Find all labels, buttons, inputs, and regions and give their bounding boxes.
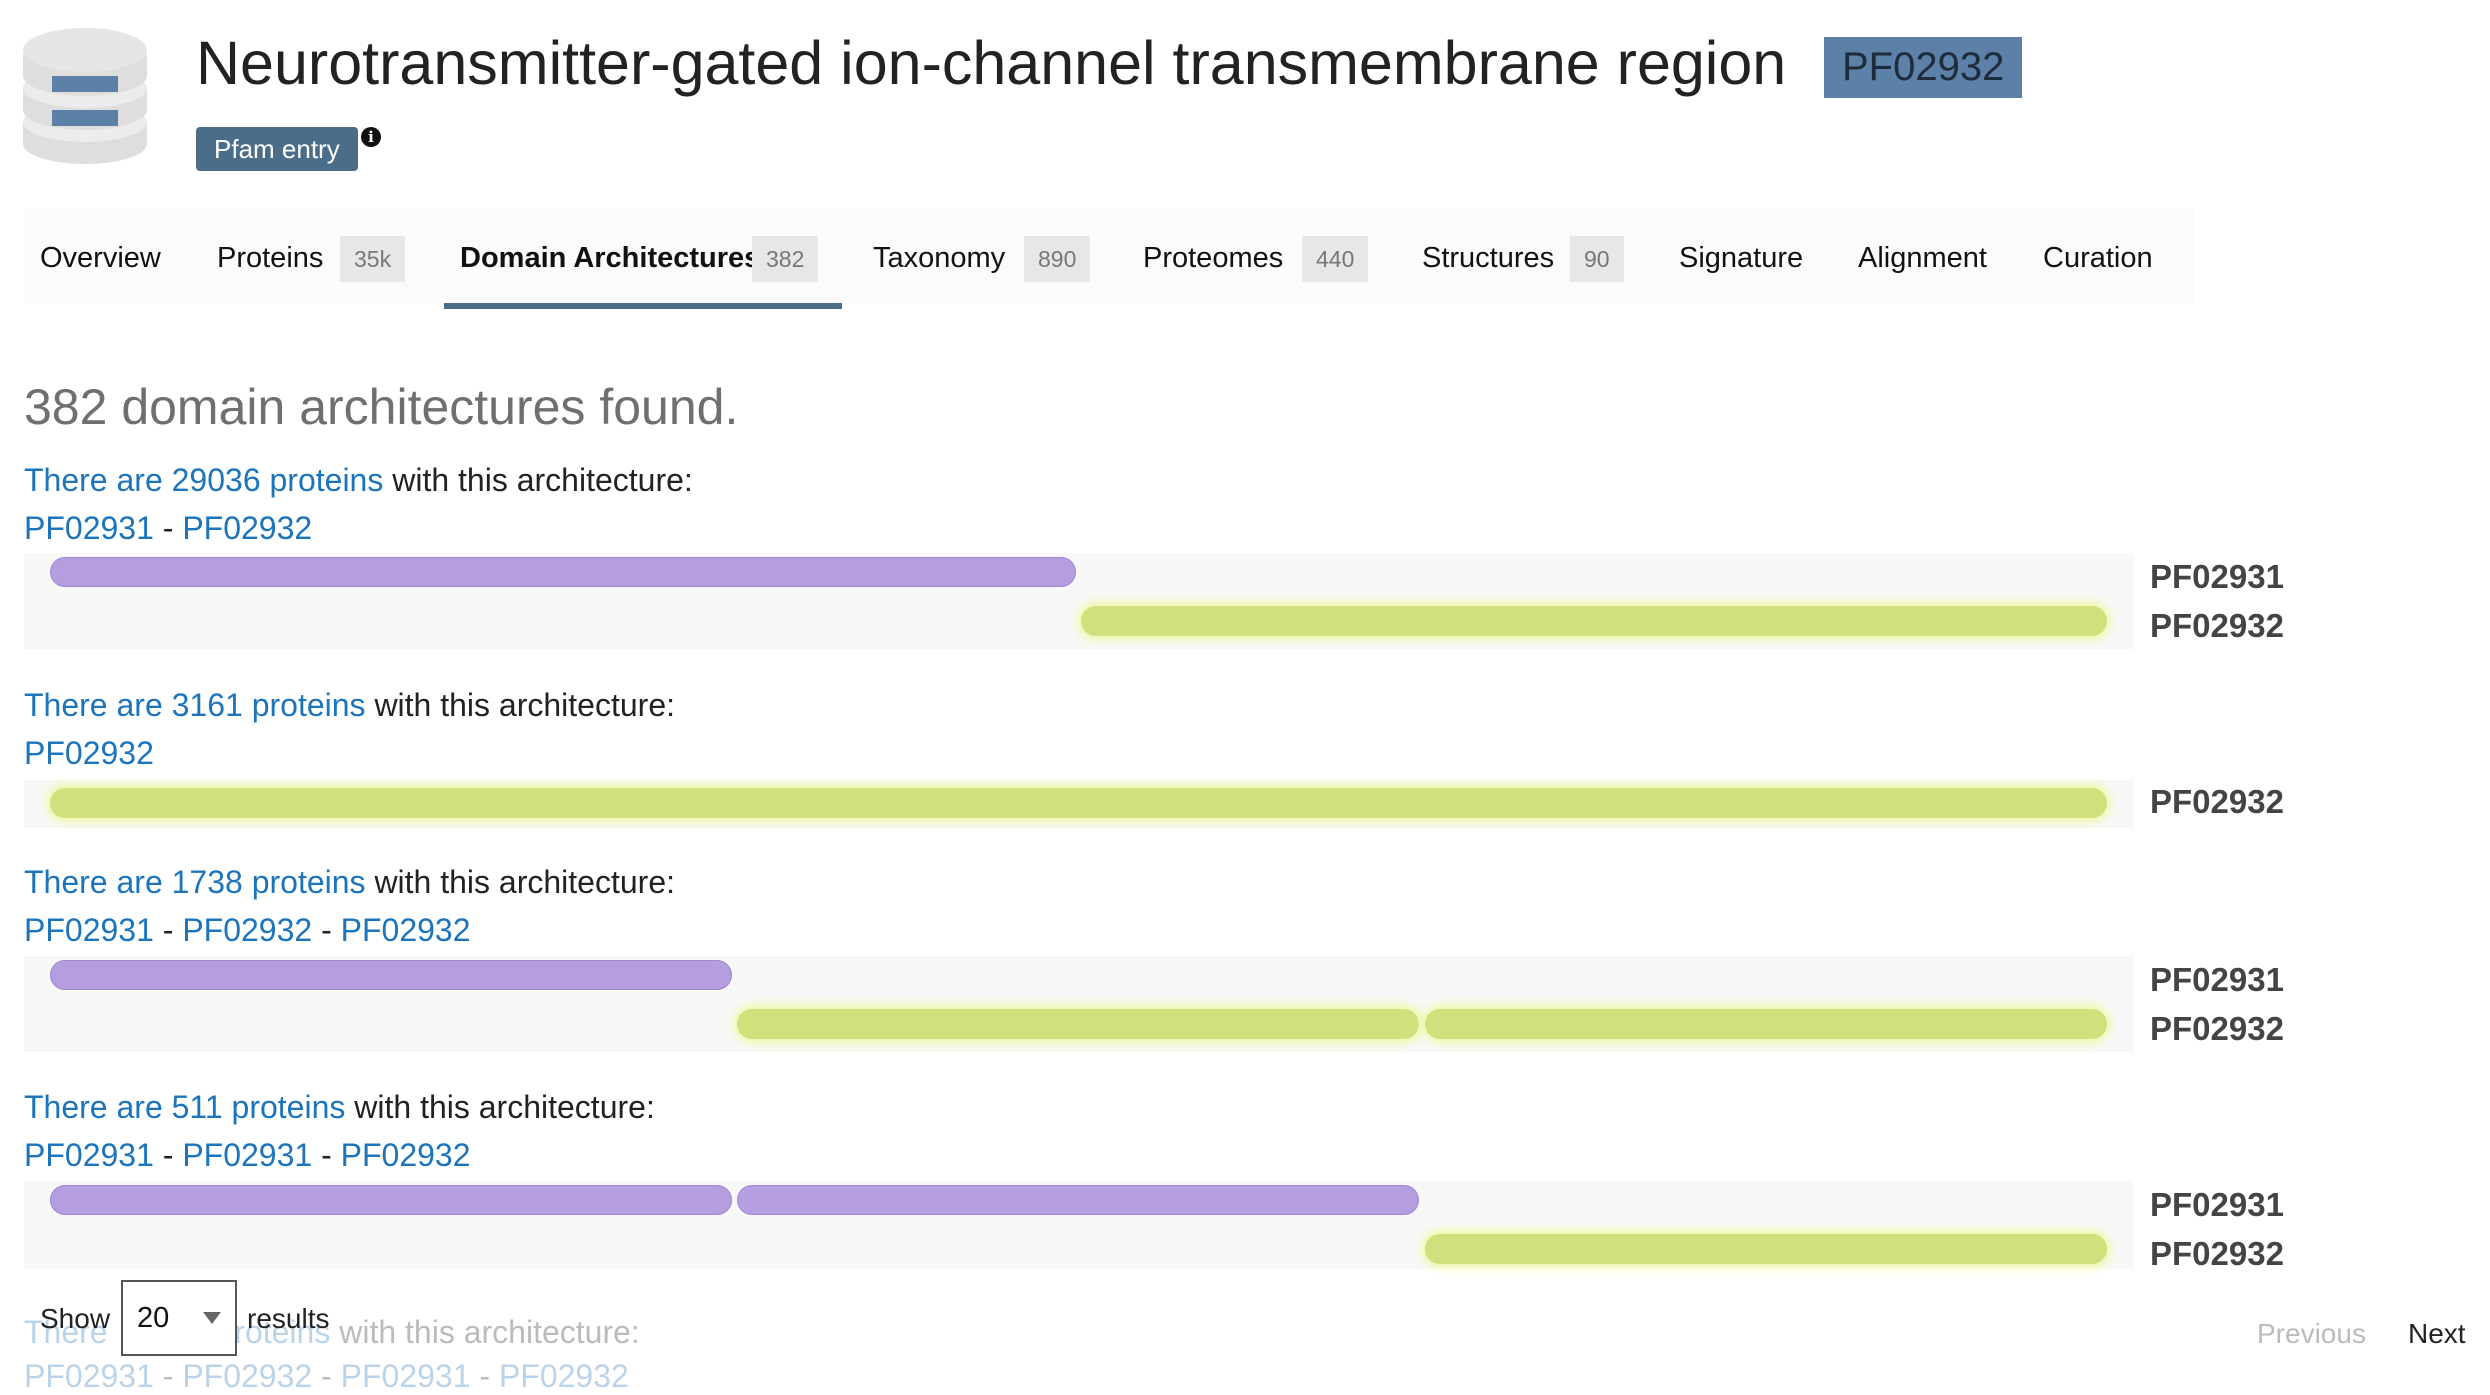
tab-proteomes-count: 440 <box>1302 236 1369 282</box>
domain-label: PF02932 <box>2150 1010 2284 1047</box>
separator: - <box>153 912 183 948</box>
architecture-summary: There are 511 proteins with this archite… <box>24 1089 655 1126</box>
domain-link[interactable]: PF02931 <box>24 1358 154 1394</box>
entry-type-badge: Pfam entry <box>196 127 358 171</box>
domain-bar-PF02931[interactable] <box>50 960 732 990</box>
architecture-prefix: There are <box>24 462 172 498</box>
separator: - <box>153 1358 183 1394</box>
domain-label: PF02932 <box>2150 783 2284 820</box>
architecture-protein-count-link[interactable]: There are 1738 proteins <box>24 864 366 900</box>
domain-link[interactable]: PF02932 <box>182 1358 312 1394</box>
next-page-button[interactable]: Next <box>2408 1318 2466 1350</box>
domain-link[interactable]: PF02932 <box>341 1137 471 1173</box>
domain-label: PF02932 <box>2150 607 2284 644</box>
architecture-domain-list: PF02931 - PF02931 - PF02932 <box>24 1137 471 1174</box>
architecture-diagram <box>24 1181 2134 1269</box>
page-size-value: 20 <box>137 1302 170 1334</box>
tab-structures-count: 90 <box>1570 236 1624 282</box>
protein-count: 29036 proteins <box>171 462 384 498</box>
architecture-prefix: There are <box>24 687 172 723</box>
domain-link[interactable]: PF02932 <box>341 912 471 948</box>
architecture-summary: There are 3161 proteins with this archit… <box>24 687 675 724</box>
architecture-protein-count-link[interactable]: There are 29036 proteins <box>24 462 383 498</box>
architecture-domain-list: PF02931 - PF02932 - PF02932 <box>24 912 471 949</box>
previous-page-button[interactable]: Previous <box>2257 1318 2366 1350</box>
domain-bar-PF02931[interactable] <box>737 1185 1419 1215</box>
page-size-select[interactable]: 20 <box>121 1280 237 1356</box>
architecture-domain-list: PF02931 - PF02932 - PF02931 - PF02932 <box>24 1358 629 1395</box>
architecture-summary: There are 29036 proteins with this archi… <box>24 462 693 499</box>
domain-link[interactable]: PF02932 <box>24 735 154 771</box>
tab-signature[interactable]: Signature <box>1679 242 1803 275</box>
domain-bar-PF02931[interactable] <box>50 1185 732 1215</box>
domain-link[interactable]: PF02931 <box>24 912 154 948</box>
tab-proteins[interactable]: Proteins <box>217 242 323 275</box>
separator: - <box>470 1358 499 1394</box>
architecture-diagram <box>24 553 2134 649</box>
architecture-summary: There are 1738 proteins with this archit… <box>24 864 675 901</box>
chevron-down-icon <box>203 1312 221 1324</box>
architecture-suffix: with this architecture: <box>383 462 693 498</box>
domain-bar-PF02931[interactable] <box>50 557 1076 587</box>
architecture-domain-list: PF02931 - PF02932 <box>24 510 312 547</box>
architecture-domain-list: PF02932 <box>24 735 154 772</box>
protein-count: 3161 proteins <box>171 687 366 723</box>
domain-bar-PF02932[interactable] <box>737 1009 1419 1039</box>
architecture-diagram <box>24 780 2134 828</box>
separator: - <box>312 1137 341 1173</box>
results-heading: 382 domain architectures found. <box>24 379 739 435</box>
separator: - <box>153 510 183 546</box>
domain-link[interactable]: PF02931 <box>341 1358 471 1394</box>
domain-link[interactable]: PF02931 <box>24 1137 154 1173</box>
domain-link[interactable]: PF02931 <box>182 1137 312 1173</box>
database-icon <box>22 26 148 166</box>
domain-label: PF02932 <box>2150 1235 2284 1272</box>
protein-count: 1738 proteins <box>171 864 366 900</box>
architecture-protein-count-link[interactable]: There are 511 proteins <box>24 1089 345 1125</box>
architecture-suffix: with this architecture: <box>345 1089 655 1125</box>
domain-bar-PF02932[interactable] <box>1081 606 2107 636</box>
tab-alignment[interactable]: Alignment <box>1858 242 1987 275</box>
domain-label: PF02931 <box>2150 1186 2284 1223</box>
architecture-diagram <box>24 956 2134 1052</box>
domain-bar-PF02932[interactable] <box>1425 1234 2107 1264</box>
architecture-prefix: There are <box>24 864 172 900</box>
architecture-suffix: with this architecture: <box>365 687 675 723</box>
results-label: results <box>247 1303 330 1334</box>
page-title: Neurotransmitter-gated ion-channel trans… <box>196 29 1787 97</box>
architecture-protein-count-link[interactable]: There are 3161 proteins <box>24 687 366 723</box>
architecture-prefix: There are <box>24 1089 172 1125</box>
separator: - <box>153 1137 183 1173</box>
domain-label: PF02931 <box>2150 558 2284 595</box>
architecture-suffix: with this architecture: <box>365 864 675 900</box>
tab-overview[interactable]: Overview <box>40 242 161 275</box>
tab-taxonomy-count: 890 <box>1024 236 1091 282</box>
domain-link[interactable]: PF02932 <box>182 912 312 948</box>
accession-badge: PF02932 <box>1824 37 2023 98</box>
architecture-suffix: with this architecture: <box>330 1314 640 1350</box>
tab-domain-architectures[interactable]: Domain Architectures <box>460 242 760 275</box>
tab-curation[interactable]: Curation <box>2043 242 2153 275</box>
separator: - <box>312 912 341 948</box>
tab-structures[interactable]: Structures <box>1422 242 1554 275</box>
domain-link[interactable]: PF02932 <box>182 510 312 546</box>
architecture-summary: There proteins with this architecture: <box>24 1314 640 1351</box>
protein-count: 511 proteins <box>171 1089 346 1125</box>
tab-taxonomy[interactable]: Taxonomy <box>873 242 1005 275</box>
show-label: Show <box>40 1303 111 1334</box>
domain-bar-PF02932[interactable] <box>50 788 2107 818</box>
tab-domain-architectures-count: 382 <box>752 236 819 282</box>
domain-label: PF02931 <box>2150 961 2284 998</box>
info-icon[interactable]: i <box>361 127 381 147</box>
separator: - <box>312 1358 341 1394</box>
domain-link[interactable]: PF02931 <box>24 510 154 546</box>
tab-proteomes[interactable]: Proteomes <box>1143 242 1283 275</box>
domain-bar-PF02932[interactable] <box>1425 1009 2107 1039</box>
domain-link[interactable]: PF02932 <box>499 1358 629 1394</box>
active-tab-indicator <box>444 303 842 309</box>
tab-proteins-count: 35k <box>340 236 406 282</box>
